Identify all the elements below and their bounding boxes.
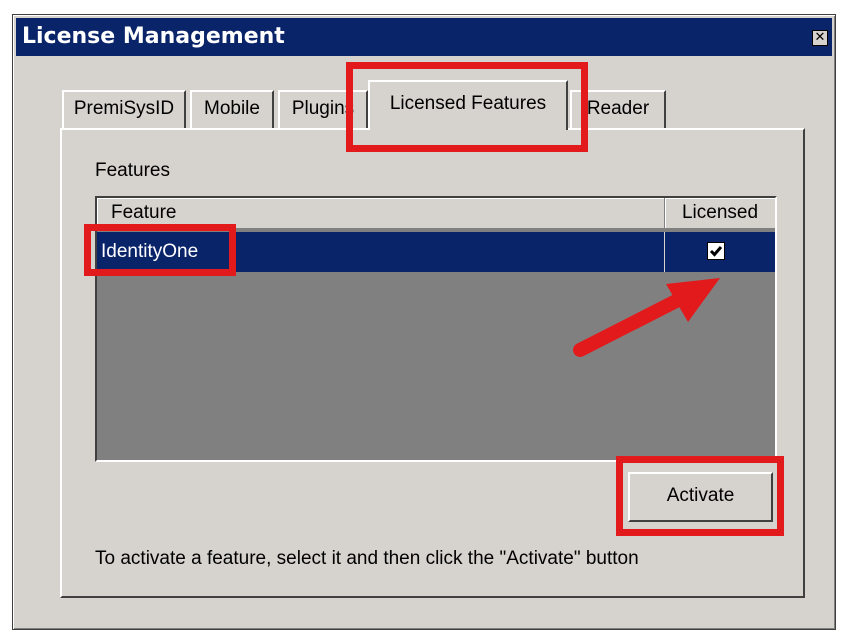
annotation-arrow-icon xyxy=(573,278,720,357)
tab-label: Mobile xyxy=(204,98,260,119)
list-item[interactable]: IdentityOne xyxy=(97,232,775,272)
activate-button[interactable]: Activate xyxy=(628,472,773,522)
tab-label: Reader xyxy=(586,98,650,119)
tab-premisysid[interactable]: PremiSysID xyxy=(62,90,186,128)
tab-plugins[interactable]: Plugins xyxy=(278,90,368,128)
tab-label: Licensed Features xyxy=(389,93,547,114)
close-button[interactable]: ✕ xyxy=(812,30,828,46)
tab-reader[interactable]: Reader xyxy=(570,90,666,128)
column-header-licensed[interactable]: Licensed xyxy=(665,198,775,228)
licensed-checkbox[interactable] xyxy=(707,242,725,260)
help-text: To activate a feature, select it and the… xyxy=(95,548,639,569)
licensed-cell xyxy=(665,232,775,272)
window-titlebar: License Management xyxy=(16,18,832,56)
feature-name-cell: IdentityOne xyxy=(97,232,665,272)
window-title: License Management xyxy=(22,24,285,49)
tab-label: Plugins xyxy=(291,98,355,119)
features-group-label: Features xyxy=(95,160,170,181)
checkmark-icon xyxy=(709,246,723,257)
tab-licensed-features[interactable]: Licensed Features xyxy=(368,80,568,130)
tab-mobile[interactable]: Mobile xyxy=(190,90,274,128)
list-header: Feature Licensed xyxy=(97,198,775,228)
tab-label: PremiSysID xyxy=(73,98,175,119)
close-icon: ✕ xyxy=(814,30,826,45)
column-header-feature[interactable]: Feature xyxy=(97,198,665,228)
